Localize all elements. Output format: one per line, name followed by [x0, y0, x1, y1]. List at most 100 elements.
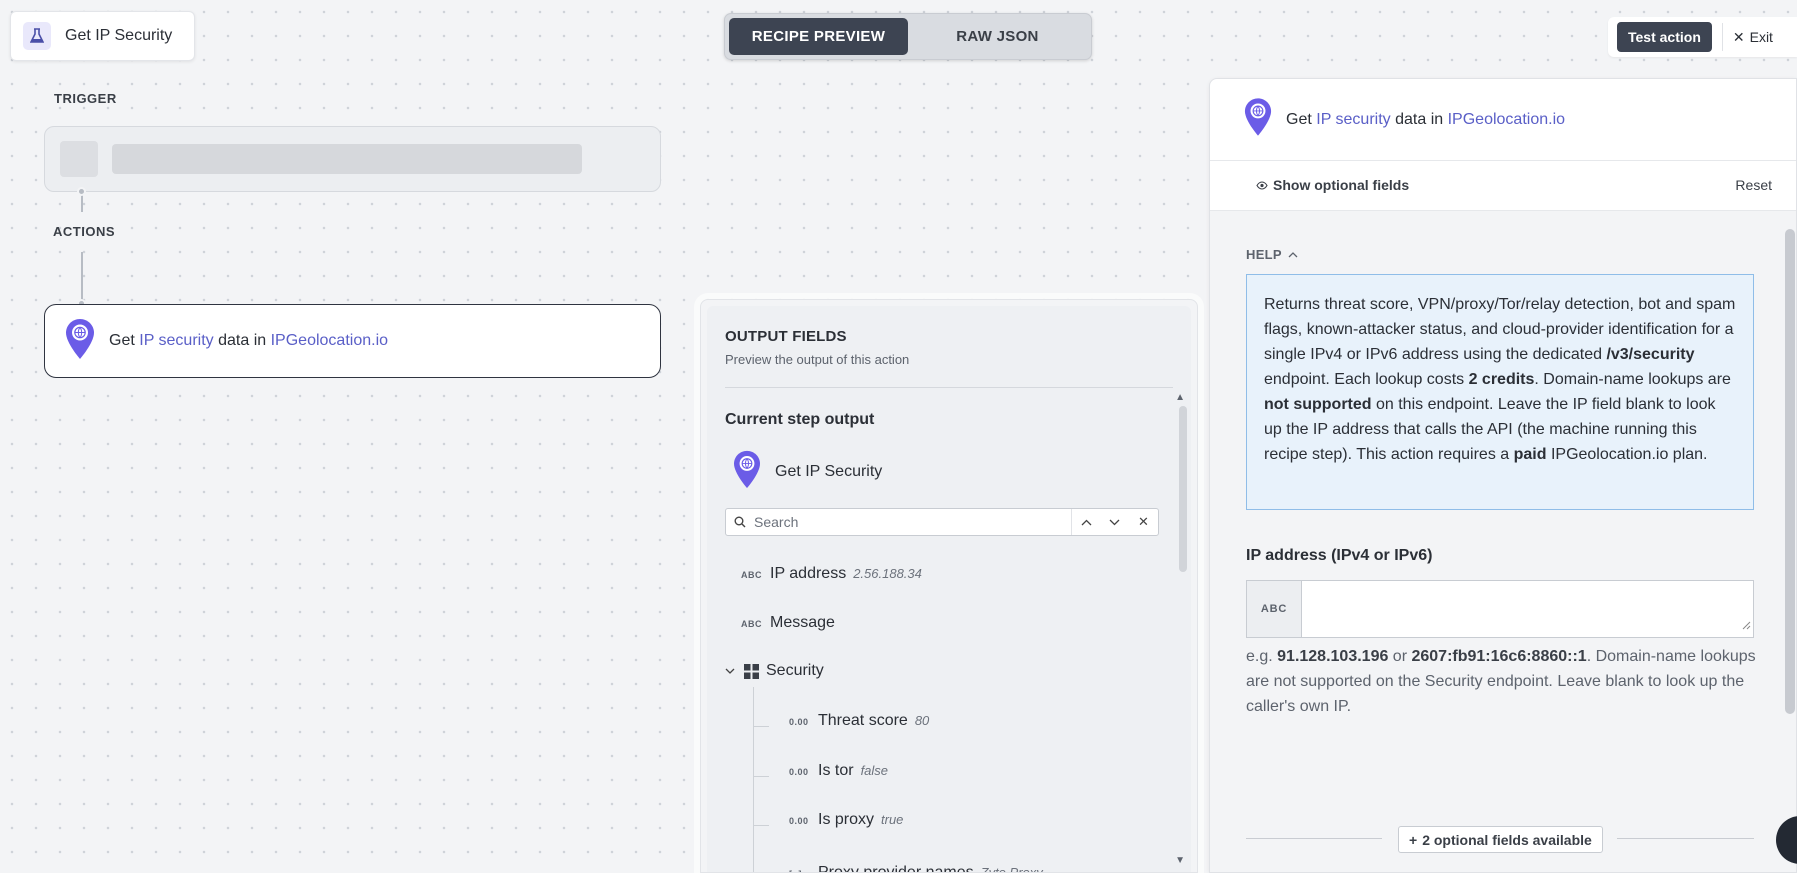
divider	[1617, 838, 1754, 839]
scroll-up-arrow[interactable]: ▲	[1175, 392, 1185, 403]
divider	[1246, 838, 1382, 839]
hint-example: 91.128.103.196	[1277, 648, 1389, 665]
action-config-panel: Get IP security data in IPGeolocation.io…	[1209, 78, 1797, 873]
map-pin-icon	[733, 450, 761, 494]
field-name: Proxy provider names	[818, 864, 974, 873]
map-pin-icon	[65, 318, 95, 365]
hint-text: e.g.	[1246, 648, 1278, 665]
step-header: Get IP Security	[733, 450, 882, 494]
chevron-up-icon	[1288, 251, 1298, 258]
close-icon[interactable]: ✕	[1129, 509, 1158, 535]
recipe-title-card: Get IP Security	[10, 11, 195, 61]
connector-line	[81, 252, 83, 300]
grid-icon	[744, 663, 759, 679]
list-item[interactable]: ABC Message	[741, 614, 835, 632]
flask-icon	[23, 22, 51, 50]
current-step-output-label: Current step output	[725, 411, 875, 428]
field-type-badge: 0.00	[789, 816, 809, 826]
field-name: IP address	[770, 565, 847, 582]
ip-address-input[interactable]	[1302, 581, 1753, 637]
test-action-button[interactable]: Test action	[1617, 22, 1712, 52]
output-search-box: Search ✕	[725, 508, 1159, 536]
tab-recipe-preview[interactable]: RECIPE PREVIEW	[729, 18, 908, 55]
search-input[interactable]: Search	[754, 514, 1071, 530]
title-prefix: Get	[1286, 110, 1312, 128]
help-bold: not supported	[1264, 396, 1372, 413]
help-text: endpoint. Each lookup costs	[1264, 371, 1469, 388]
step-name: Get IP Security	[775, 463, 883, 480]
group-row-security[interactable]: Security	[725, 662, 824, 680]
eye-icon	[1256, 180, 1268, 190]
tree-tick	[753, 825, 769, 826]
title-object-link[interactable]: IP security	[1316, 111, 1390, 128]
list-item[interactable]: 0.00 Threat score 80	[789, 712, 929, 730]
list-item[interactable]: ABC IP address 2.56.188.34	[741, 565, 922, 583]
optional-fields-button[interactable]: + 2 optional fields available	[1398, 826, 1603, 853]
title-app-link[interactable]: IPGeolocation.io	[1448, 111, 1565, 128]
help-text-box: Returns threat score, VPN/proxy/Tor/rela…	[1246, 274, 1754, 510]
action-middle: data in	[218, 332, 267, 349]
output-fields-subtitle: Preview the output of this action	[725, 352, 910, 367]
map-pin-icon	[1244, 97, 1272, 142]
list-item[interactable]: 0.00 Is tor false	[789, 762, 888, 780]
tree-line	[753, 687, 754, 872]
actions-label: ACTIONS	[53, 224, 115, 239]
hint-example: 2607:fb91:16c6:8860::1	[1411, 648, 1587, 665]
hint-text: or	[1388, 648, 1412, 665]
field-type-badge: 0.00	[789, 767, 809, 777]
search-icon	[726, 516, 754, 528]
field-value: true	[881, 812, 904, 827]
trigger-label: TRIGGER	[54, 91, 117, 106]
field-type-badge: 0.00	[789, 717, 809, 727]
divider	[1721, 23, 1723, 51]
field-name: Is tor	[818, 762, 854, 779]
skeleton-icon	[60, 141, 98, 177]
scroll-down-arrow[interactable]: ▼	[1175, 855, 1185, 866]
tree-tick	[753, 776, 769, 777]
show-optional-fields-button[interactable]: Show optional fields	[1256, 177, 1409, 193]
action-step-text: Get IP security data in IPGeolocation.io	[109, 332, 388, 350]
config-scrollbar[interactable]	[1785, 229, 1795, 714]
skeleton-text	[112, 144, 582, 174]
show-optional-label: Show optional fields	[1273, 177, 1410, 193]
help-text: . Domain-name lookups are	[1534, 371, 1731, 388]
resize-handle-icon[interactable]	[1742, 617, 1751, 635]
action-prefix: Get	[109, 332, 135, 349]
exit-button[interactable]: ✕ Exit	[1733, 29, 1773, 46]
help-toggle[interactable]: HELP	[1246, 247, 1298, 262]
recipe-title: Get IP Security	[65, 27, 173, 44]
view-toggle: RECIPE PREVIEW RAW JSON	[724, 13, 1092, 60]
tree-tick	[753, 726, 769, 727]
group-name: Security	[766, 662, 824, 679]
reset-button[interactable]: Reset	[1735, 177, 1772, 193]
plus-icon: +	[1409, 831, 1418, 848]
help-bold: paid	[1513, 446, 1547, 463]
field-type-badge: ABC	[1247, 581, 1302, 637]
chevron-down-icon[interactable]	[1100, 509, 1129, 535]
list-item[interactable]: [..] Proxy provider names Zyte Proxy	[789, 864, 1043, 873]
field-name: Is proxy	[818, 811, 875, 828]
field-value: 80	[914, 713, 930, 728]
help-label: HELP	[1246, 247, 1282, 262]
output-fields-title: OUTPUT FIELDS	[725, 328, 847, 345]
action-step-card[interactable]: Get IP security data in IPGeolocation.io	[44, 304, 661, 378]
chevron-up-icon[interactable]	[1071, 509, 1100, 535]
ip-address-field: ABC	[1246, 580, 1754, 638]
title-middle: data in	[1395, 110, 1444, 128]
trigger-placeholder-card[interactable]	[44, 126, 661, 192]
action-app-link: IPGeolocation.io	[270, 332, 389, 349]
exit-label: Exit	[1749, 29, 1773, 45]
ip-address-hint: e.g. 91.128.103.196 or 2607:fb91:16c6:88…	[1246, 644, 1756, 719]
output-fields-panel: OUTPUT FIELDS Preview the output of this…	[700, 299, 1198, 873]
connector-dot	[77, 187, 86, 196]
config-header: Get IP security data in IPGeolocation.io	[1210, 79, 1796, 161]
chevron-down-icon	[725, 668, 737, 675]
tab-raw-json[interactable]: RAW JSON	[908, 18, 1087, 55]
field-value: 2.56.188.34	[853, 566, 922, 581]
field-name: Message	[770, 614, 835, 631]
optional-fields-label: 2 optional fields available	[1422, 831, 1592, 848]
config-toolbar: Show optional fields Reset	[1210, 161, 1796, 211]
field-type-badge: ABC	[741, 619, 762, 629]
output-scrollbar[interactable]	[1179, 406, 1187, 572]
list-item[interactable]: 0.00 Is proxy true	[789, 811, 903, 829]
